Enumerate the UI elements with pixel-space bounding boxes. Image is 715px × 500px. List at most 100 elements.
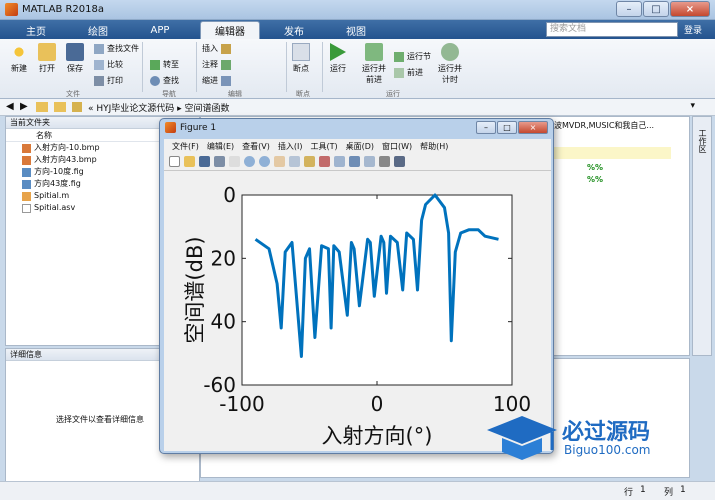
editor-ribbon: 新建 打开 保存 查找文件 比较 打印 文件 转至 查找 导航 插入 注释 缩进 xyxy=(0,39,715,99)
goto-button[interactable]: 转至 xyxy=(150,59,179,70)
group-label-file: 文件 xyxy=(66,90,80,98)
maximize-button[interactable]: □ xyxy=(643,1,669,17)
figure-file-icon xyxy=(22,179,31,189)
compare-button[interactable]: 比较 xyxy=(94,59,123,70)
close-button[interactable]: × xyxy=(670,1,710,17)
image-file-icon xyxy=(22,143,31,153)
save-disk-icon[interactable] xyxy=(199,156,210,167)
browse-folder-icon[interactable] xyxy=(54,102,66,112)
watermark-text: 必过源码 xyxy=(562,420,651,445)
comment-button[interactable]: 注释 xyxy=(202,59,231,70)
brush-icon[interactable] xyxy=(319,156,330,167)
colorbar-icon[interactable] xyxy=(349,156,360,167)
search-icon xyxy=(150,75,160,86)
row-value: 1 xyxy=(640,485,646,495)
printer-icon xyxy=(94,75,104,86)
image-file-icon xyxy=(22,155,31,165)
x-tick-label: 0 xyxy=(371,392,384,416)
breadcrumb[interactable]: « HYJ毕业论文源代码 ▸ 空间谱函数 xyxy=(88,101,230,114)
ribbon-divider xyxy=(142,42,143,92)
matlab-logo-icon xyxy=(5,3,18,16)
hide-tools-icon[interactable] xyxy=(379,156,390,167)
breakpoint-icon xyxy=(292,43,310,61)
new-button[interactable]: 新建 xyxy=(10,43,28,74)
graduation-cap-icon xyxy=(487,416,557,460)
new-figure-icon[interactable] xyxy=(169,156,180,167)
print-button[interactable]: 打印 xyxy=(94,75,123,86)
address-bar: ◀ ▶ « HYJ毕业论文源代码 ▸ 空间谱函数 ▾ xyxy=(0,99,715,116)
data-cursor-icon[interactable] xyxy=(304,156,315,167)
menu-view[interactable]: 查看(V) xyxy=(242,141,270,152)
folder-icon[interactable] xyxy=(36,102,48,112)
advance-button[interactable]: 前进 xyxy=(394,67,423,78)
path-dropdown-icon[interactable]: ▾ xyxy=(690,101,695,111)
close-button[interactable]: × xyxy=(518,121,548,134)
menu-tools[interactable]: 工具(T) xyxy=(310,141,337,152)
y-tick-label: 0 xyxy=(223,183,236,207)
goto-arrow-icon xyxy=(150,59,160,70)
ribbon-divider xyxy=(196,42,197,92)
ribbon-divider xyxy=(286,42,287,92)
percent-icon xyxy=(221,59,231,70)
row-label: 行 xyxy=(624,488,634,498)
group-label-bp: 断点 xyxy=(296,90,310,98)
minimize-button[interactable]: – xyxy=(616,1,642,17)
find-button[interactable]: 查找 xyxy=(150,75,179,86)
insert-button[interactable]: 插入 xyxy=(202,43,231,54)
menu-help[interactable]: 帮助(H) xyxy=(420,141,448,152)
login-link[interactable]: 登录 xyxy=(684,23,702,36)
editor-tab-title[interactable]: 波MVDR,MUSIC和我自己... xyxy=(554,120,654,131)
link-icon[interactable] xyxy=(334,156,345,167)
menu-file[interactable]: 文件(F) xyxy=(172,141,199,152)
menu-desktop[interactable]: 桌面(D) xyxy=(346,141,374,152)
tab-view[interactable]: 视图 xyxy=(332,21,380,39)
figure-menu-bar: 文件(F) 编辑(E) 查看(V) 插入(I) 工具(T) 桌面(D) 窗口(W… xyxy=(164,139,551,153)
back-arrow-icon[interactable]: ◀ xyxy=(6,101,14,112)
run-section-button[interactable]: 运行节 xyxy=(394,51,431,62)
zoom-in-icon[interactable] xyxy=(244,156,255,167)
maximize-button[interactable]: □ xyxy=(497,121,517,134)
rotate-icon[interactable] xyxy=(289,156,300,167)
pan-hand-icon[interactable] xyxy=(274,156,285,167)
figure-window[interactable]: Figure 1 – □ × 文件(F) 编辑(E) 查看(V) 插入(I) 工… xyxy=(159,118,554,454)
run-time-button[interactable]: 运行并 计时 xyxy=(438,43,462,85)
menu-insert[interactable]: 插入(I) xyxy=(278,141,303,152)
tab-editor[interactable]: 编辑器 xyxy=(200,21,260,39)
tab-apps[interactable]: APP xyxy=(136,21,184,39)
legend-icon[interactable] xyxy=(364,156,375,167)
folder-open-icon xyxy=(38,43,56,61)
forward-arrow-icon[interactable]: ▶ xyxy=(20,101,28,112)
new-plus-icon xyxy=(10,43,28,61)
tab-home[interactable]: 主页 xyxy=(12,21,60,39)
printer-icon[interactable] xyxy=(214,156,225,167)
open-file-icon[interactable] xyxy=(184,156,195,167)
save-button[interactable]: 保存 xyxy=(66,43,84,74)
insert-icon xyxy=(221,43,231,54)
menu-window[interactable]: 窗口(W) xyxy=(382,141,412,152)
tab-publish[interactable]: 发布 xyxy=(268,21,320,39)
zoom-out-icon[interactable] xyxy=(259,156,270,167)
figure-window-controls: – □ × xyxy=(476,121,548,134)
menu-edit[interactable]: 编辑(E) xyxy=(207,141,234,152)
group-label-nav: 导航 xyxy=(162,90,176,98)
run-button[interactable]: 运行 xyxy=(330,43,346,74)
minimize-button[interactable]: – xyxy=(476,121,496,134)
run-advance-button[interactable]: 运行并 前进 xyxy=(362,43,386,85)
indent-button[interactable]: 缩进 xyxy=(202,75,231,86)
tab-plots[interactable]: 绘图 xyxy=(72,21,124,39)
workspace-tab[interactable]: 工作区 xyxy=(692,116,712,356)
up-folder-icon[interactable] xyxy=(72,102,82,112)
breakpoints-button[interactable]: 断点 xyxy=(292,43,310,74)
run-time-icon xyxy=(441,43,459,61)
open-button[interactable]: 打开 xyxy=(38,43,56,74)
find-files-button[interactable]: 查找文件 xyxy=(94,43,139,54)
figure-title: Figure 1 xyxy=(180,122,217,133)
save-disk-icon xyxy=(66,43,84,61)
pointer-icon[interactable] xyxy=(229,156,240,167)
title-bar: MATLAB R2018a – □ × xyxy=(0,0,715,20)
script-file-icon xyxy=(22,191,31,201)
details-message: 选择文件以查看详细信息 xyxy=(56,415,144,424)
advance-icon xyxy=(394,67,404,78)
dock-icon[interactable] xyxy=(394,156,405,167)
search-docs-input[interactable]: 搜索文档 xyxy=(546,22,678,37)
